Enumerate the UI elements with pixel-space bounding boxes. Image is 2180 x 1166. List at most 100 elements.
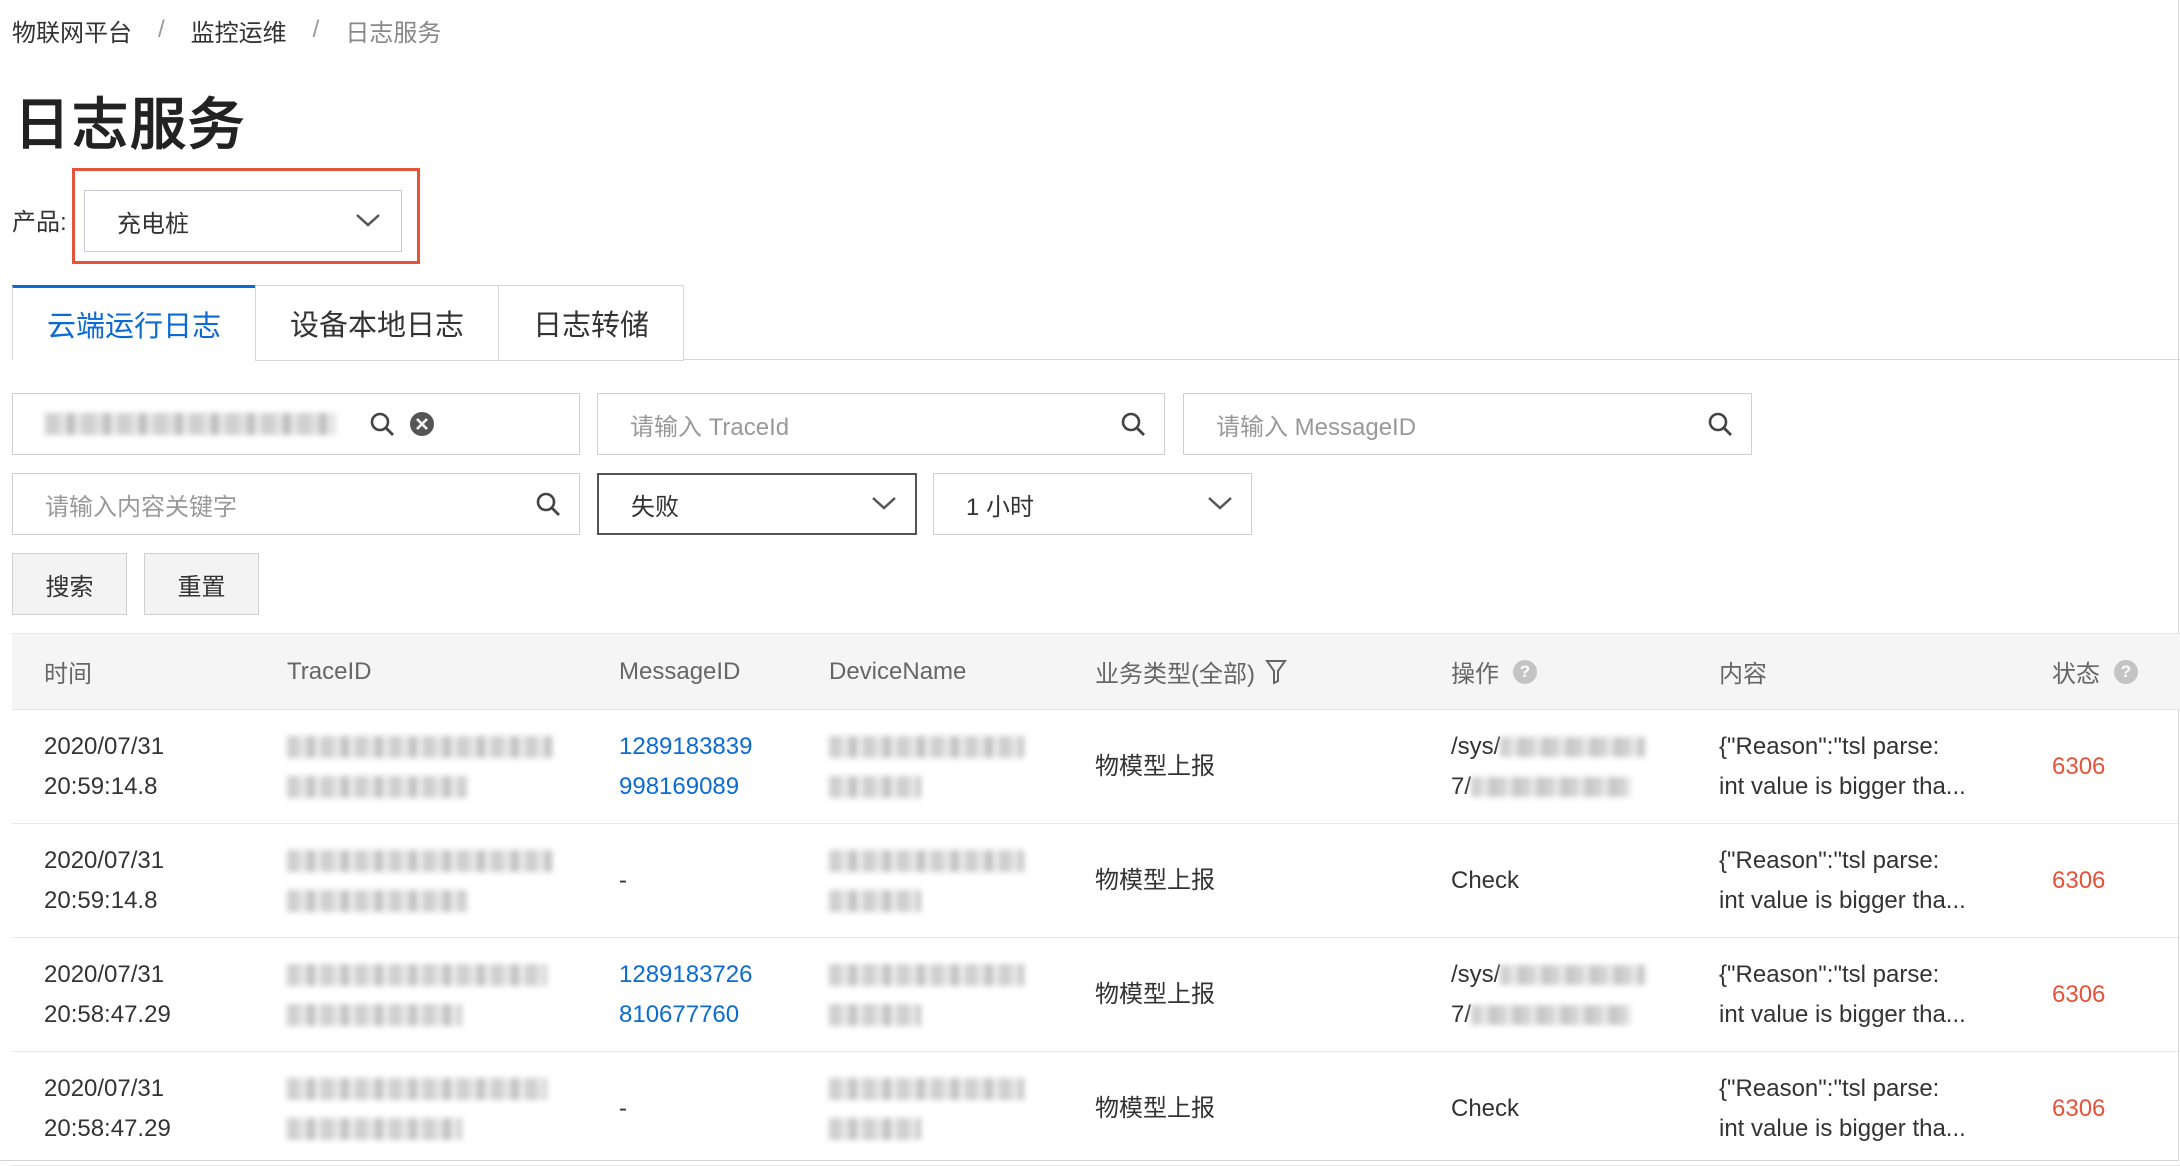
traceid-input[interactable]: 请输入 TraceId xyxy=(597,393,1165,455)
breadcrumb: 物联网平台 / 监控运维 / 日志服务 xyxy=(12,12,441,48)
product-label: 产品: xyxy=(12,209,67,236)
clear-icon[interactable] xyxy=(409,411,435,437)
help-icon[interactable]: ? xyxy=(2114,659,2138,684)
breadcrumb-monitoring[interactable]: 监控运维 xyxy=(191,13,287,48)
redacted-text xyxy=(829,1003,921,1026)
cell-devicename xyxy=(829,938,1029,1051)
tab-cloud-logs[interactable]: 云端运行日志 xyxy=(12,285,256,361)
time-date: 2020/07/31 xyxy=(44,1074,165,1102)
cell-messageid[interactable]: 1289183839 998169089 xyxy=(619,710,752,823)
cell-devicename xyxy=(829,1052,1029,1165)
operation-text: /sys/ xyxy=(1451,960,1501,988)
cell-content: {"Reason":"tsl parse: int value is bigge… xyxy=(1719,824,1966,937)
redacted-text xyxy=(829,1117,921,1140)
table-header: 时间 TraceID MessageID DeviceName 业务类型(全部)… xyxy=(12,633,2180,710)
redacted-text xyxy=(1500,737,1646,758)
redacted-text xyxy=(287,1117,462,1140)
table-row: 2020/07/31 20:59:14.8 - 物模型上报 Check {"Re… xyxy=(12,824,2180,938)
search-button[interactable]: 搜索 xyxy=(12,553,127,615)
redacted-text xyxy=(287,1003,462,1026)
product-select[interactable]: 充电桩 xyxy=(84,190,402,252)
column-devicename: DeviceName xyxy=(829,657,967,685)
log-table: 时间 TraceID MessageID DeviceName 业务类型(全部)… xyxy=(12,633,2180,1166)
cell-status: 6306 xyxy=(2052,1094,2106,1122)
messageid-input[interactable]: 请输入 MessageID xyxy=(1183,393,1752,455)
column-operation: 操作 ? xyxy=(1451,634,1537,709)
help-icon[interactable]: ? xyxy=(1513,659,1537,684)
tab-log-dump[interactable]: 日志转储 xyxy=(498,285,685,361)
redacted-text xyxy=(1471,777,1632,798)
product-select-value: 充电桩 xyxy=(117,210,189,238)
messageid-line-1: - xyxy=(619,1094,627,1122)
time-clock: 20:59:14.8 xyxy=(44,772,158,800)
operation-line-1: /sys/ xyxy=(1451,727,1661,767)
cell-operation: Check xyxy=(1451,1094,1520,1122)
content-line-1: {"Reason":"tsl parse: xyxy=(1719,846,1940,874)
redacted-text xyxy=(287,775,467,798)
redacted-text xyxy=(287,735,552,758)
cell-traceid xyxy=(287,938,557,1051)
cell-messageid[interactable]: 1289183726 810677760 xyxy=(619,938,752,1051)
cell-business-type: 物模型上报 xyxy=(1095,980,1215,1008)
table-row: 2020/07/31 20:59:14.8 1289183839 9981690… xyxy=(12,710,2180,824)
traceid-placeholder: 请输入 TraceId xyxy=(630,413,790,441)
column-content: 内容 xyxy=(1719,661,1767,688)
content-line-1: {"Reason":"tsl parse: xyxy=(1719,960,1940,988)
tab-bar: 云端运行日志 设备本地日志 日志转储 xyxy=(12,285,685,361)
operation-line-1: /sys/ xyxy=(1451,955,1661,995)
column-status-label: 状态 xyxy=(2052,661,2100,688)
cell-devicename xyxy=(829,710,1029,823)
cell-operation: Check xyxy=(1451,866,1520,894)
messageid-line-1: 1289183839 xyxy=(619,732,753,760)
redacted-text xyxy=(829,775,921,798)
redacted-text xyxy=(829,1077,1024,1100)
redacted-text xyxy=(829,849,1024,872)
breadcrumb-iot-platform[interactable]: 物联网平台 xyxy=(12,13,132,48)
time-range-select[interactable]: 1 小时 xyxy=(933,473,1252,535)
search-icon[interactable] xyxy=(1707,411,1733,437)
tab-device-local-logs[interactable]: 设备本地日志 xyxy=(255,285,499,361)
chevron-down-icon xyxy=(1207,490,1233,518)
content-line-2: int value is bigger tha... xyxy=(1719,772,1966,800)
time-date: 2020/07/31 xyxy=(44,960,165,988)
column-traceid: TraceID xyxy=(287,657,372,685)
cell-status: 6306 xyxy=(2052,866,2106,894)
redacted-text xyxy=(829,735,1024,758)
breadcrumb-current: 日志服务 xyxy=(345,19,442,47)
time-range-value: 1 小时 xyxy=(966,493,1035,521)
time-clock: 20:59:14.8 xyxy=(44,886,158,914)
status-select[interactable]: 失败 xyxy=(597,473,917,535)
column-time: 时间 xyxy=(44,661,92,688)
redacted-text xyxy=(829,889,921,912)
column-business-type[interactable]: 业务类型(全部) xyxy=(1095,634,1287,709)
reset-button[interactable]: 重置 xyxy=(144,553,259,615)
content-line-1: {"Reason":"tsl parse: xyxy=(1719,1074,1940,1102)
keyword-input[interactable]: 请输入内容关键字 xyxy=(12,473,580,535)
device-search-input[interactable] xyxy=(12,393,580,455)
cell-traceid xyxy=(287,1052,557,1165)
filter-icon[interactable] xyxy=(1265,659,1287,685)
messageid-line-2: 998169089 xyxy=(619,772,740,800)
operation-text: 7/ xyxy=(1451,1000,1472,1028)
cell-status: 6306 xyxy=(2052,980,2106,1008)
redacted-text xyxy=(287,889,467,912)
breadcrumb-separator: / xyxy=(312,16,320,43)
search-icon[interactable] xyxy=(1120,411,1146,437)
cell-business-type: 物模型上报 xyxy=(1095,1094,1215,1122)
cell-messageid: - xyxy=(619,1052,627,1165)
page-title: 日志服务 xyxy=(14,93,246,156)
column-operation-label: 操作 xyxy=(1451,661,1499,688)
search-icon[interactable] xyxy=(535,491,561,517)
time-clock: 20:58:47.29 xyxy=(44,1000,171,1028)
search-icon[interactable] xyxy=(369,411,395,437)
column-messageid: MessageID xyxy=(619,657,741,685)
cell-content: {"Reason":"tsl parse: int value is bigge… xyxy=(1719,1052,1966,1165)
messageid-line-2: 810677760 xyxy=(619,1000,740,1028)
cell-content: {"Reason":"tsl parse: int value is bigge… xyxy=(1719,710,1966,823)
content-line-2: int value is bigger tha... xyxy=(1719,1000,1966,1028)
cell-time: 2020/07/31 20:59:14.8 xyxy=(44,710,164,823)
cell-time: 2020/07/31 20:58:47.29 xyxy=(44,1052,171,1165)
redacted-text xyxy=(287,963,547,986)
redacted-text xyxy=(287,1077,547,1100)
time-date: 2020/07/31 xyxy=(44,732,165,760)
